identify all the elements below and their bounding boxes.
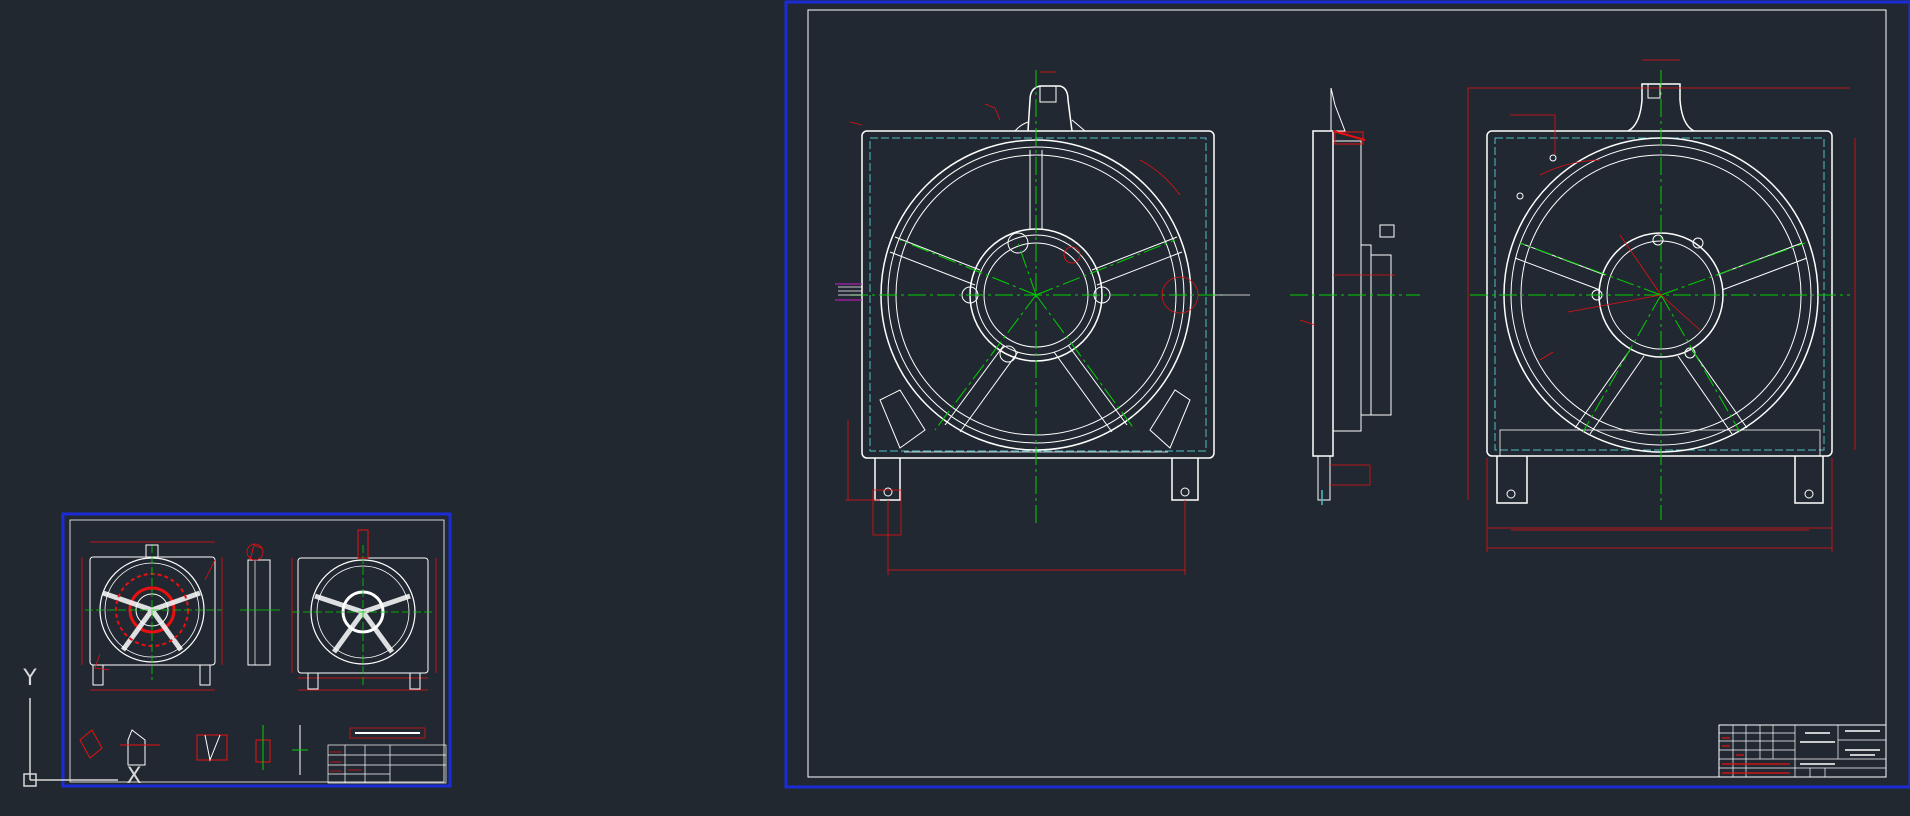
detail-sheet[interactable] [784, 0, 1910, 789]
ucs-y-label: Y [22, 666, 37, 691]
cad-drawing-canvas[interactable]: Y X [0, 0, 1910, 816]
overview-sheet[interactable] [61, 512, 452, 788]
ucs-x-label: X [126, 764, 141, 789]
